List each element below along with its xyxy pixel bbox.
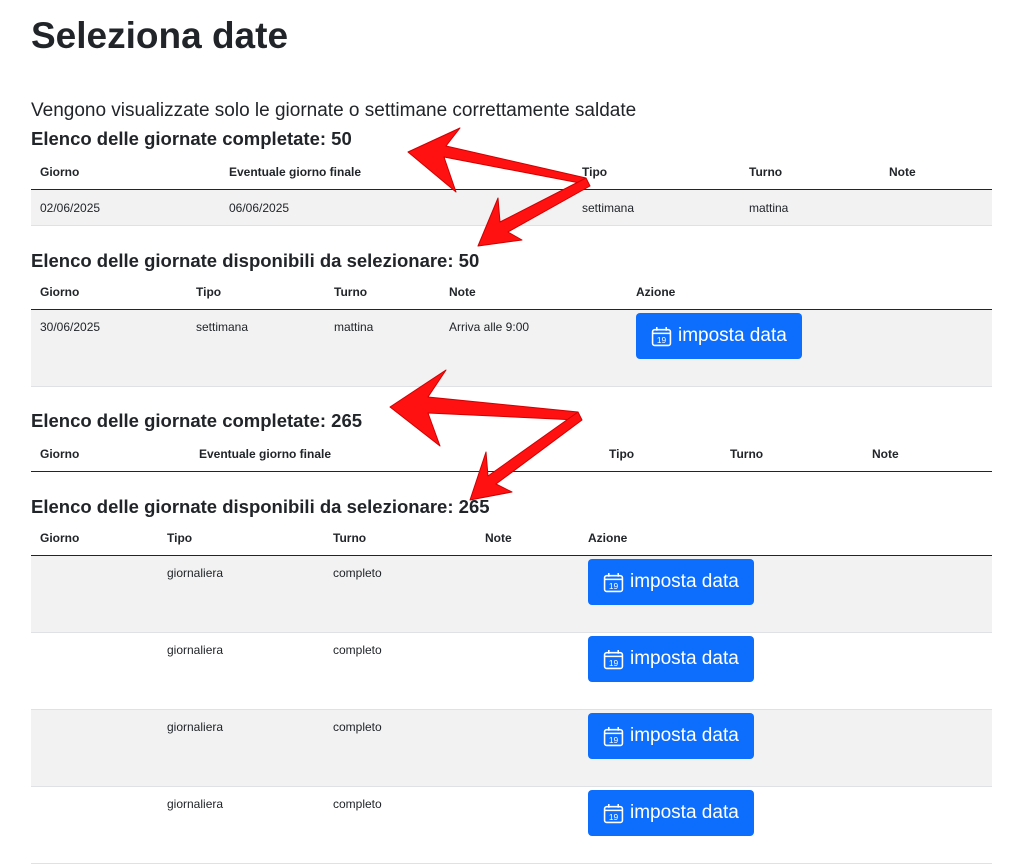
page-title: Seleziona date [31,15,289,56]
imposta-data-button[interactable]: 19 imposta data [588,790,754,836]
cell-azione: 19 imposta data [627,309,992,387]
cell-note [476,709,579,787]
column-header-tipo: Tipo [187,275,325,310]
table-row: 30/06/2025 settimana mattina Arriva alle… [31,309,992,387]
column-header-turno: Turno [721,437,863,472]
cell-giorno [31,709,158,787]
section-completed-2-title: Elenco delle giornate completate: 265 [31,410,363,431]
table-header-row: Giorno Tipo Turno Note Azione [31,275,992,310]
column-header-giorno: Giorno [31,437,190,472]
cell-giorno [31,786,158,864]
cell-giorno [31,632,158,710]
column-header-azione: Azione [579,521,992,556]
cell-giorno: 30/06/2025 [31,309,187,387]
cell-giorno [31,555,158,633]
imposta-data-button[interactable]: 19 imposta data [636,313,802,359]
column-header-giorno: Giorno [31,275,187,310]
cell-note [476,555,579,633]
button-label: imposta data [630,648,739,669]
imposta-data-button[interactable]: 19 imposta data [588,636,754,682]
column-header-note: Note [476,521,579,556]
cell-note [476,786,579,864]
column-header-giorno: Giorno [31,521,158,556]
column-header-giorno-finale: Eventuale giorno finale [220,155,573,190]
column-header-giorno: Giorno [31,155,220,190]
table-row: giornaliera completo 19 imposta data [31,555,992,633]
button-label: imposta data [630,571,739,592]
svg-text:19: 19 [609,657,619,667]
calendar-icon: 19 [603,726,624,746]
cell-turno: completo [324,709,476,787]
cell-turno: completo [324,786,476,864]
cell-azione: 19 imposta data [579,709,992,787]
cell-tipo: giornaliera [158,632,324,710]
cell-note: Arriva alle 9:00 [440,309,627,387]
column-header-note: Note [880,155,992,190]
cell-azione: 19 imposta data [579,555,992,633]
svg-text:19: 19 [657,334,667,344]
cell-turno: completo [324,555,476,633]
imposta-data-button[interactable]: 19 imposta data [588,713,754,759]
calendar-icon: 19 [603,649,624,669]
table-header-row: Giorno Tipo Turno Note Azione [31,521,992,556]
table-row: giornaliera completo 19 imposta data [31,786,992,864]
column-header-tipo: Tipo [573,155,740,190]
cell-tipo: giornaliera [158,786,324,864]
column-header-tipo: Tipo [158,521,324,556]
cell-tipo: settimana [187,309,325,387]
calendar-icon: 19 [651,326,672,346]
column-header-turno: Turno [325,275,440,310]
cell-azione: 19 imposta data [579,786,992,864]
cell-turno: completo [324,632,476,710]
table-row: 02/06/2025 06/06/2025 settimana mattina [31,189,992,226]
calendar-icon: 19 [603,803,624,823]
svg-text:19: 19 [609,580,619,590]
section-completed-1-title: Elenco delle giornate completate: 50 [31,128,352,149]
table-row: giornaliera completo 19 imposta data [31,632,992,710]
table-row: giornaliera completo 19 imposta data [31,709,992,787]
column-header-azione: Azione [627,275,992,310]
button-label: imposta data [630,802,739,823]
completed-days-table-1: Giorno Eventuale giorno finale Tipo Turn… [31,155,992,226]
cell-note [880,189,992,226]
cell-giorno: 02/06/2025 [31,189,220,226]
completed-days-table-2: Giorno Eventuale giorno finale Tipo Turn… [31,437,992,472]
cell-turno: mattina [740,189,880,226]
section-available-1-title: Elenco delle giornate disponibili da sel… [31,250,480,271]
cell-giorno-finale: 06/06/2025 [220,189,573,226]
column-header-note: Note [440,275,627,310]
available-days-table-2: Giorno Tipo Turno Note Azione giornalier… [31,521,992,864]
cell-tipo: giornaliera [158,709,324,787]
available-days-table-1: Giorno Tipo Turno Note Azione 30/06/2025… [31,275,992,387]
section-available-2-title: Elenco delle giornate disponibili da sel… [31,496,490,517]
cell-azione: 19 imposta data [579,632,992,710]
column-header-turno: Turno [324,521,476,556]
svg-text:19: 19 [609,811,619,821]
cell-tipo: settimana [573,189,740,226]
table-header-row: Giorno Eventuale giorno finale Tipo Turn… [31,437,992,472]
imposta-data-button[interactable]: 19 imposta data [588,559,754,605]
button-label: imposta data [630,725,739,746]
button-label: imposta data [678,325,787,346]
column-header-tipo: Tipo [600,437,721,472]
intro-text: Vengono visualizzate solo le giornate o … [31,100,637,121]
svg-text:19: 19 [609,734,619,744]
calendar-icon: 19 [603,572,624,592]
cell-tipo: giornaliera [158,555,324,633]
column-header-turno: Turno [740,155,880,190]
column-header-note: Note [863,437,992,472]
cell-turno: mattina [325,309,440,387]
cell-note [476,632,579,710]
column-header-giorno-finale: Eventuale giorno finale [190,437,600,472]
table-header-row: Giorno Eventuale giorno finale Tipo Turn… [31,155,992,190]
